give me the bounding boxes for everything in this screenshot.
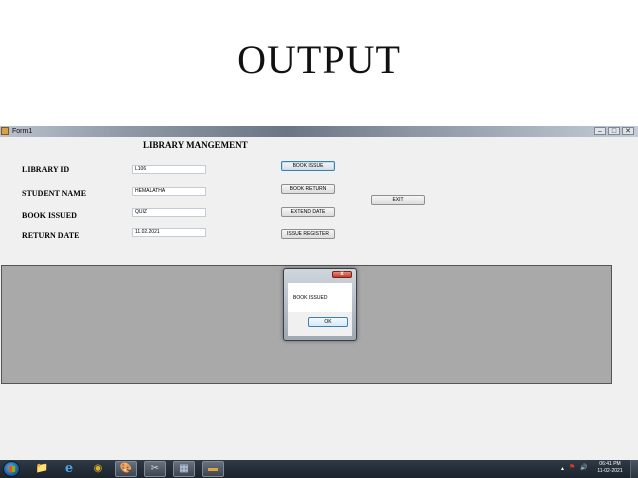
message-dialog: x BOOK ISSUED OK	[283, 268, 357, 341]
tray-expand-icon[interactable]: ▲	[560, 466, 565, 472]
exit-button[interactable]: EXIT	[371, 195, 425, 205]
book-issued-label: BOOK ISSUED	[22, 211, 77, 220]
volume-icon[interactable]: 🔊	[580, 464, 587, 471]
student-name-field[interactable]: HEMALATHA	[132, 187, 206, 196]
internet-explorer-icon[interactable]: e	[58, 461, 80, 477]
minimize-button[interactable]: –	[594, 127, 606, 135]
library-id-label: LIBRARY ID	[22, 165, 70, 174]
clock-date: 11-02-2021	[597, 468, 623, 474]
start-button[interactable]	[3, 461, 20, 477]
extend-date-button[interactable]: EXTEND DATE	[281, 207, 335, 217]
return-date-field[interactable]: 11.02.2021	[132, 228, 206, 237]
chrome-icon[interactable]: ◉	[87, 461, 109, 477]
library-id-field[interactable]: L106	[132, 165, 206, 174]
dialog-close-button[interactable]: x	[332, 271, 352, 278]
library-form: LIBRARY MANGEMENT LIBRARY ID L106 STUDEN…	[0, 137, 638, 460]
return-date-label: RETURN DATE	[22, 231, 80, 240]
action-center-flag-icon[interactable]: ⚑	[569, 463, 575, 471]
visual-studio-icon[interactable]: ▦	[173, 461, 195, 477]
book-issue-button[interactable]: BOOK ISSUE	[281, 161, 335, 171]
clock-time: 06:41 PM	[599, 461, 621, 467]
window-titlebar[interactable]: Form1 – □ ✕	[0, 126, 638, 137]
slide-title: OUTPUT	[237, 37, 401, 82]
form-app-icon[interactable]: ▬	[202, 461, 224, 477]
maximize-button[interactable]: □	[608, 127, 620, 135]
book-return-button[interactable]: BOOK RETURN	[281, 184, 335, 194]
dialog-footer: OK	[288, 312, 352, 336]
dialog-ok-button[interactable]: OK	[308, 317, 348, 327]
dialog-message: BOOK ISSUED	[293, 295, 328, 301]
window-title: Form1	[12, 128, 33, 135]
taskbar: 📁 e ◉ 🎨 ✂ ▦ ▬ ▲ ⚑ 🔊 06:41 PM 11-02-2021	[0, 460, 638, 478]
folder-icon[interactable]: 📁	[31, 461, 53, 477]
book-issued-field[interactable]: QUIZ	[132, 208, 206, 217]
student-name-label: STUDENT NAME	[22, 189, 87, 198]
app-icon	[1, 127, 9, 135]
show-desktop-button[interactable]	[630, 460, 638, 478]
taskbar-clock[interactable]: 06:41 PM 11-02-2021	[594, 461, 626, 475]
paint-icon[interactable]: 🎨	[115, 461, 137, 477]
dialog-body: BOOK ISSUED	[288, 283, 352, 312]
issue-register-button[interactable]: ISSUE REGISTER	[281, 229, 335, 239]
tools-icon[interactable]: ✂	[144, 461, 166, 477]
form-heading: LIBRARY MANGEMENT	[143, 140, 248, 150]
close-button[interactable]: ✕	[622, 127, 634, 135]
